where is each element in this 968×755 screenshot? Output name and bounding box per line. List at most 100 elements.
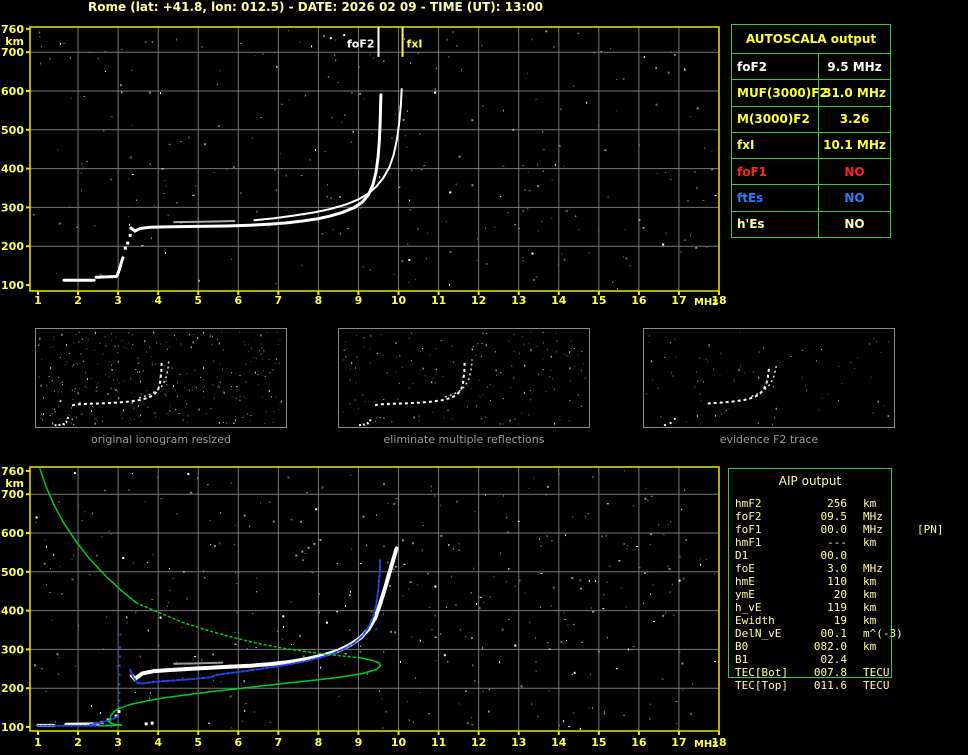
aip-cell-u: km	[863, 575, 877, 588]
svg-text:3: 3	[114, 736, 122, 749]
aip-cell-v: ---	[827, 536, 847, 549]
thumbnail-eliminate-reflections	[338, 328, 590, 428]
aip-cell-l: D1	[735, 549, 749, 562]
trace-profile-topside	[39, 468, 137, 604]
svg-text:km: km	[5, 35, 24, 48]
aip-row-yme: ymE 20 km	[735, 588, 961, 601]
parameter-label: foF2	[732, 54, 819, 80]
aip-cell-l: h_vE	[735, 601, 762, 614]
aip-output-table: hmF2 256 km foF2 09.5 MHz foF1 00.0 MHz [PN] hmF1 -…	[735, 497, 961, 692]
svg-text:15: 15	[591, 294, 606, 307]
aip-cell-v: 00.0	[820, 549, 848, 562]
aip-row-b0: B0 082.0 km	[735, 640, 961, 653]
aip-cell-v: 011.6	[813, 679, 847, 692]
thumb-trace-2	[54, 414, 71, 427]
aip-cell-l: Ewidth	[735, 614, 775, 627]
aip-cell-u: km	[863, 536, 877, 549]
trace-f2-white	[130, 546, 399, 682]
parameter-value: NO	[844, 217, 865, 232]
aip-row-tecbot: TEC[Bot] 007.8 TECU	[735, 666, 961, 679]
trace-oblique-echo	[313, 542, 316, 545]
aip-cell-u	[863, 653, 915, 666]
trace-es-blobs	[123, 246, 127, 250]
autoscala-row-fof2: foF2 9.5 MHz	[732, 54, 890, 81]
svg-text:MHz: MHz	[694, 297, 718, 308]
svg-text:1: 1	[34, 294, 42, 307]
trace-oblique-echo	[301, 550, 304, 553]
aip-cell-e: [PN]	[917, 523, 944, 536]
svg-text:9: 9	[355, 294, 363, 307]
svg-text:14: 14	[551, 736, 567, 749]
svg-text:3: 3	[114, 294, 122, 307]
svg-text:200: 200	[1, 682, 24, 695]
aip-cell-v: 09.5	[820, 510, 848, 523]
svg-text:400: 400	[1, 605, 24, 618]
aip-cell-v: 00.1	[820, 627, 848, 640]
svg-text:700: 700	[1, 46, 24, 59]
aip-cell-l: B0	[735, 640, 749, 653]
trace-blue-column	[119, 633, 122, 636]
svg-text:9: 9	[355, 736, 363, 749]
aip-row-d1: D1 00.0	[735, 549, 961, 562]
svg-text:600: 600	[1, 527, 24, 540]
aip-cell-l: foF1	[735, 523, 762, 536]
svg-text:12: 12	[471, 294, 486, 307]
aip-cell-u	[863, 549, 915, 562]
trace-blue-column	[118, 664, 121, 667]
svg-text:100: 100	[1, 721, 24, 734]
aip-cell-u: km	[863, 614, 877, 627]
parameter-value: 3.26	[839, 112, 870, 127]
trace-oblique-echo	[319, 538, 322, 541]
aip-cell-v: 20	[833, 588, 847, 601]
svg-text:300: 300	[1, 643, 24, 656]
thumb-trace-2	[663, 415, 678, 427]
aip-row-hme: hmE 110 km	[735, 575, 961, 588]
parameter-value: 10.1 MHz	[823, 138, 886, 153]
trace-oblique-echo	[307, 546, 310, 549]
trace-es-blobs	[128, 233, 132, 237]
svg-text:10: 10	[391, 294, 407, 307]
svg-text:2: 2	[74, 736, 82, 749]
autoscala-row-fof1: foF1 NO	[732, 159, 890, 186]
autoscala-row-fxi: fxI 10.1 MHz	[732, 132, 890, 160]
trace-es-blobs	[126, 241, 130, 245]
trace-x-remnant	[173, 661, 224, 665]
trace-blue-column	[118, 673, 121, 676]
aip-row-b1: B1 02.4	[735, 653, 961, 666]
svg-text:7: 7	[275, 736, 283, 749]
svg-text:17: 17	[671, 294, 686, 307]
svg-text:14: 14	[551, 294, 567, 307]
aip-row-hmf1: hmF1 --- km	[735, 536, 961, 549]
svg-text:12: 12	[471, 736, 486, 749]
marker-label-foF2: foF2	[347, 38, 375, 51]
parameter-label: MUF(3000)F2	[732, 80, 828, 106]
aip-cell-v: 007.8	[813, 666, 847, 679]
svg-text:500: 500	[1, 566, 24, 579]
parameter-label: M(3000)F2	[732, 106, 819, 132]
svg-text:km: km	[5, 477, 24, 490]
parameter-label: ftEs	[732, 185, 819, 211]
trace-blue-column	[118, 699, 121, 702]
svg-text:200: 200	[1, 240, 24, 253]
trace-blue-column	[119, 655, 122, 658]
svg-text:15: 15	[591, 736, 606, 749]
parameter-value: NO	[844, 164, 865, 179]
autoscala-app-window: Rome (lat: +41.8, lon: 012.5) - DATE: 20…	[0, 0, 968, 755]
aip-row-delnve: DelN_vE 00.1 m^(-3)	[735, 627, 961, 640]
svg-text:16: 16	[631, 294, 647, 307]
aip-cell-u: km	[863, 588, 877, 601]
autoscala-row-ftes: ftEs NO	[732, 185, 890, 212]
aip-row-ewidth: Ewidth 19 km	[735, 614, 961, 627]
trace-blue-column	[119, 646, 122, 649]
aip-cell-u: MHz	[863, 523, 883, 536]
aip-cell-l: TEC[Bot]	[735, 666, 788, 679]
aip-cell-v: 119	[827, 601, 847, 614]
aip-cell-l: foE	[735, 562, 755, 575]
svg-text:5: 5	[194, 736, 202, 749]
thumbnail-caption-1: original ionogram resized	[91, 433, 231, 446]
trace-es-white-3	[117, 709, 121, 713]
aip-cell-v: 110	[827, 575, 847, 588]
thumb-trace-1	[138, 358, 170, 399]
svg-text:5: 5	[194, 294, 202, 307]
aip-cell-v: 02.4	[820, 653, 848, 666]
